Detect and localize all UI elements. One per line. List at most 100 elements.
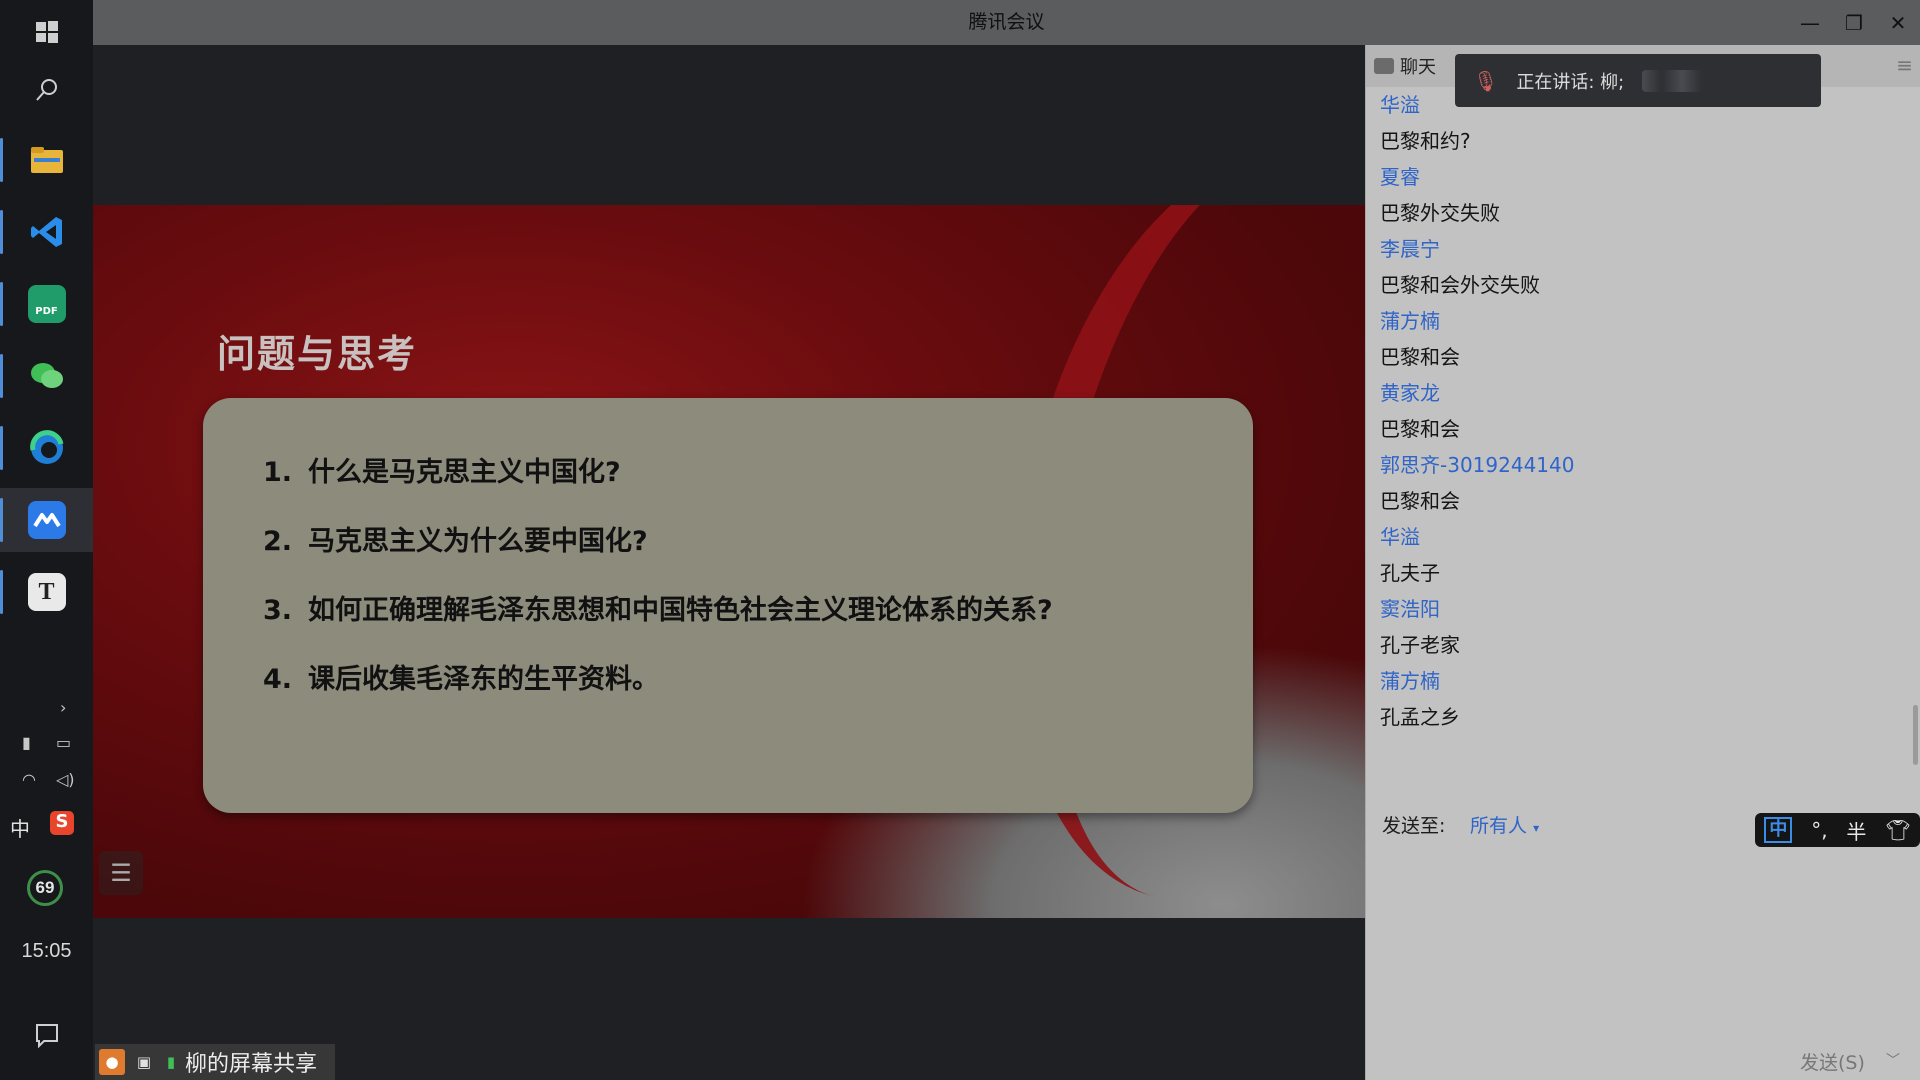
question-number: 4. xyxy=(263,664,293,695)
show-hidden-icons-chevron-icon[interactable]: › xyxy=(60,698,66,717)
close-icon: ✕ xyxy=(1889,10,1907,35)
chat-message: 孔子老家 xyxy=(1380,633,1460,657)
screen-share-icon: ▣ xyxy=(136,1053,152,1071)
taskbar-clock[interactable]: 15:05 xyxy=(0,940,93,963)
chat-message: 孔夫子 xyxy=(1380,561,1440,585)
question-number: 2. xyxy=(263,526,293,557)
mic-muted-icon: 🎙︎ xyxy=(1473,68,1499,93)
wechat-icon xyxy=(28,357,66,395)
chat-panel: 聊天 ≡ 🎙︎ 正在讲话: 柳; 华溢 巴黎和约? 夏睿 巴黎外交失败 李晨宁 … xyxy=(1365,45,1920,1080)
question-item: 4. 课后收集毛泽东的生平资料。 xyxy=(263,660,1053,729)
folder-icon xyxy=(28,141,66,179)
screen-share-label[interactable]: ● ▣ ▮ 柳的屏幕共享 xyxy=(95,1044,335,1080)
pdf-icon: PDF xyxy=(27,285,66,323)
list-menu-icon: ☰ xyxy=(110,859,132,887)
wifi-tray-icon[interactable]: ◠ xyxy=(22,770,36,789)
taskbar-app-edge[interactable] xyxy=(0,416,93,480)
chat-sender: 蒲方楠 xyxy=(1380,309,1440,333)
slide-menu-button[interactable]: ☰ xyxy=(99,851,143,895)
microphone-tray-icon[interactable]: ▮ xyxy=(22,733,31,752)
question-text: 什么是马克思主义中国化? xyxy=(308,457,621,488)
question-number: 1. xyxy=(263,457,293,488)
chat-message: 巴黎和会 xyxy=(1380,345,1460,369)
chat-sender: 华溢 xyxy=(1380,525,1420,549)
slide-heading: 问题与思考 xyxy=(217,331,418,376)
chat-message: 巴黎和会 xyxy=(1380,417,1460,441)
ime-skin-button[interactable]: 👕︎ xyxy=(1885,818,1910,842)
send-to-dropdown[interactable]: 所有人 ▾ xyxy=(1470,811,1539,838)
windows-start-button[interactable] xyxy=(0,0,93,64)
vscode-icon xyxy=(28,213,66,251)
ime-toolbar: 中 °, 半 👕︎ xyxy=(1755,813,1920,847)
meeting-titlebar: 腾讯会议 — ❐ ✕ xyxy=(93,0,1920,45)
screen-share-text: 柳的屏幕共享 xyxy=(185,1052,318,1077)
microphone-active-icon: ▮ xyxy=(166,1053,176,1071)
question-item: 2. 马克思主义为什么要中国化? xyxy=(263,522,1053,591)
notification-icon xyxy=(35,1024,58,1048)
ime-language-indicator[interactable]: 中 xyxy=(10,813,30,842)
send-to-label: 发送至: xyxy=(1382,815,1446,837)
speaking-indicator: 🎙︎ 正在讲话: 柳; xyxy=(1455,54,1821,107)
taskbar-app-typora[interactable]: T xyxy=(0,560,93,624)
chat-bubble-icon xyxy=(1374,58,1394,74)
taskbar-app-wechat[interactable] xyxy=(0,344,93,408)
chat-message: 孔孟之乡 xyxy=(1380,705,1460,729)
chat-sender: 黄家龙 xyxy=(1380,381,1440,405)
chat-sender: 郭思齐-3019244140 xyxy=(1380,453,1575,477)
chat-sender: 蒲方楠 xyxy=(1380,669,1440,693)
restore-button[interactable]: ❐ xyxy=(1832,0,1876,45)
chat-scrollbar[interactable] xyxy=(1913,705,1918,765)
shared-screen-area: 问题与思考 1. 什么是马克思主义中国化? 2. 马克思主义为什么要中国化? 3… xyxy=(93,45,1365,1080)
taskbar-app-vscode[interactable] xyxy=(0,200,93,264)
windows-logo-icon xyxy=(35,21,58,43)
chat-message: 巴黎和约? xyxy=(1380,129,1471,153)
restore-icon: ❐ xyxy=(1845,10,1863,35)
chat-tab[interactable]: 聊天 xyxy=(1374,45,1436,87)
slide-question-card: 1. 什么是马克思主义中国化? 2. 马克思主义为什么要中国化? 3. 如何正确… xyxy=(203,398,1253,813)
chat-message: 巴黎和会 xyxy=(1380,489,1460,513)
taskbar-app-pdf[interactable]: PDF xyxy=(0,272,93,336)
shirt-icon: 👕︎ xyxy=(1885,818,1911,842)
chat-message-list: 华溢 巴黎和约? 夏睿 巴黎外交失败 李晨宁 巴黎和会外交失败 蒲方楠 巴黎和会… xyxy=(1380,87,1900,735)
question-text: 马克思主义为什么要中国化? xyxy=(308,526,648,557)
question-item: 1. 什么是马克思主义中国化? xyxy=(263,453,1053,522)
battery-tray-icon[interactable]: ▭ xyxy=(56,733,71,752)
hamburger-menu-icon: ≡ xyxy=(1896,53,1913,77)
search-button[interactable] xyxy=(0,58,93,122)
taskbar-app-file-explorer[interactable] xyxy=(0,128,93,192)
edge-icon xyxy=(28,429,66,467)
windows-taskbar: PDF T › ▮ ▭ ◠ ◁) 中 S 69 15:05 xyxy=(0,0,93,1080)
question-number: 3. xyxy=(263,595,293,626)
question-item: 3. 如何正确理解毛泽东思想和中国特色社会主义理论体系的关系? xyxy=(263,591,1053,660)
sogou-input-icon[interactable]: S xyxy=(50,811,74,835)
dropdown-caret-icon: ▾ xyxy=(1533,821,1540,835)
question-text: 如何正确理解毛泽东思想和中国特色社会主义理论体系的关系? xyxy=(308,595,1053,626)
send-options-chevron-icon[interactable]: ﹀ xyxy=(1886,1050,1900,1070)
notification-center-button[interactable] xyxy=(0,1005,93,1065)
typora-icon: T xyxy=(27,573,66,611)
send-to-value: 所有人 xyxy=(1470,815,1528,837)
search-icon xyxy=(35,79,57,101)
tencent-meeting-icon xyxy=(27,501,66,539)
minimize-button[interactable]: — xyxy=(1788,0,1832,45)
user-avatar-icon: ● xyxy=(99,1049,125,1075)
ime-width-toggle[interactable]: 半 xyxy=(1846,816,1866,845)
close-button[interactable]: ✕ xyxy=(1876,0,1920,45)
chat-message: 巴黎和会外交失败 xyxy=(1380,273,1540,297)
volume-tray-icon[interactable]: ◁) xyxy=(56,770,75,789)
ime-punctuation-toggle[interactable]: °, xyxy=(1811,818,1827,842)
chat-tab-label: 聊天 xyxy=(1400,57,1436,78)
question-list: 1. 什么是马克思主义中国化? 2. 马克思主义为什么要中国化? 3. 如何正确… xyxy=(263,453,1053,729)
battery-percent-badge[interactable]: 69 xyxy=(27,870,63,906)
chat-sender: 窦浩阳 xyxy=(1380,597,1440,621)
speaking-text: 正在讲话: 柳; xyxy=(1516,71,1625,93)
taskbar-app-tencent-meeting[interactable] xyxy=(0,488,93,552)
chat-sender: 夏睿 xyxy=(1380,165,1420,189)
chat-message: 巴黎外交失败 xyxy=(1380,201,1500,225)
send-button[interactable]: 发送(S) xyxy=(1800,1048,1865,1075)
presentation-slide: 问题与思考 1. 什么是马克思主义中国化? 2. 马克思主义为什么要中国化? 3… xyxy=(93,205,1365,918)
chat-sender: 李晨宁 xyxy=(1380,237,1440,261)
minimize-icon: — xyxy=(1800,10,1820,35)
chat-more-button[interactable]: ≡ xyxy=(1896,53,1913,77)
ime-mode-toggle[interactable]: 中 xyxy=(1764,817,1793,843)
